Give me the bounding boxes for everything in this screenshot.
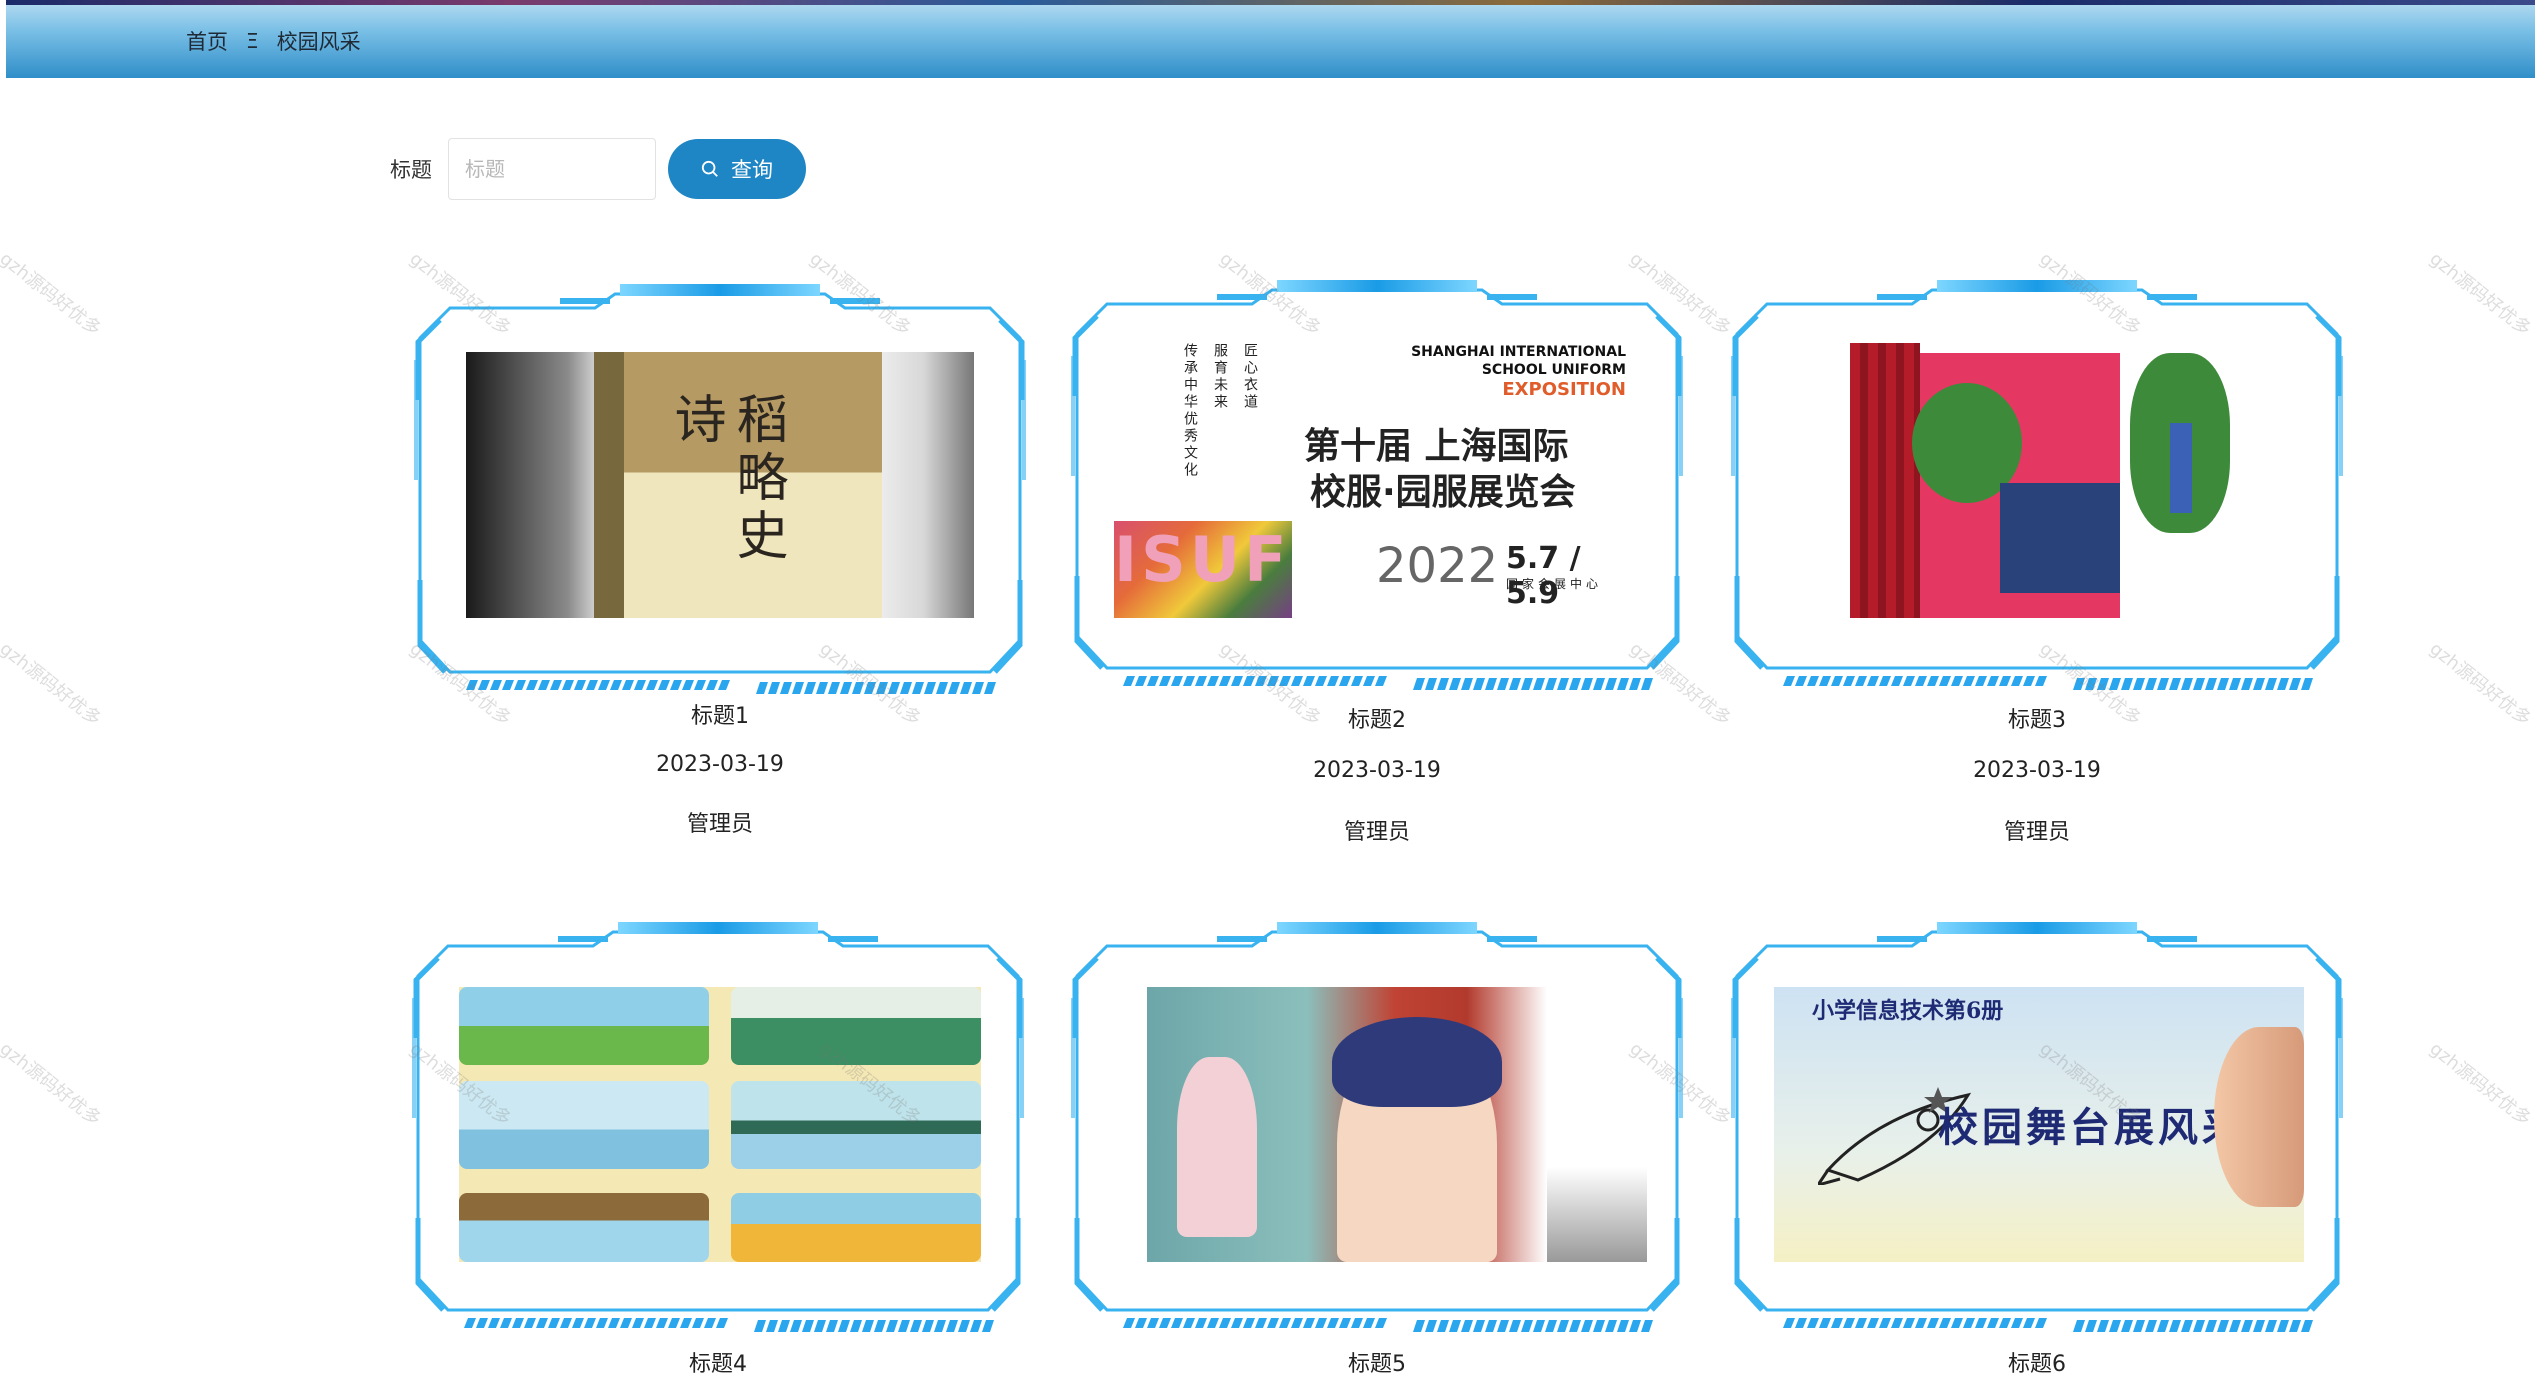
poster-year: 2022 <box>1376 538 1499 594</box>
image-fade <box>1547 1167 1647 1262</box>
curtain-graphic <box>1850 343 1920 618</box>
card-3[interactable]: 标题3 2023-03-19 管理员 <box>1727 276 2347 846</box>
card-image[interactable] <box>1850 343 2230 618</box>
poster-english-line: SHANGHAI INTERNATIONAL <box>1411 344 1626 360</box>
card-date: 2023-03-19 <box>1313 758 1441 783</box>
watermark: gzh源码好优多 <box>2425 248 2535 341</box>
breadcrumb-home-link[interactable]: 首页 <box>186 26 228 56</box>
illustration-panel <box>731 1081 981 1169</box>
card-title[interactable]: 标题1 <box>410 698 1030 730</box>
search-button-label: 查询 <box>731 158 773 182</box>
search-bar: 标题 查询 <box>390 138 806 200</box>
breadcrumb-separator-icon: Ξ <box>246 29 259 53</box>
card-title[interactable]: 标题3 <box>1727 702 2347 734</box>
watermark: gzh源码好优多 <box>2425 638 2535 731</box>
illustration-panel <box>731 1193 981 1262</box>
illustration-panel <box>459 1193 709 1262</box>
card-author: 管理员 <box>2003 820 2070 845</box>
poster-exposition: EXPOSITION <box>1502 379 1626 400</box>
poster-vertical-text: 传承中华优秀文化 <box>1182 343 1198 479</box>
poster-headline-2: 校服·园服展览会 <box>1310 472 1576 513</box>
watermark: gzh源码好优多 <box>2425 1038 2535 1131</box>
top-bar: 首页 Ξ 校园风采 <box>6 0 2535 78</box>
breadcrumb: 首页 Ξ 校园风采 <box>186 26 361 56</box>
card-6[interactable]: 小学信息技术第6册 校园舞台展风采 标题6 <box>1727 918 2347 1377</box>
card-author: 管理员 <box>686 812 753 837</box>
book-spine <box>594 352 624 618</box>
card-image[interactable]: 稻略史诗 <box>466 352 974 618</box>
girl-figure <box>1177 1057 1257 1237</box>
poster-vertical-text: 服育未来 <box>1212 343 1228 411</box>
card-image[interactable]: 小学信息技术第6册 校园舞台展风采 <box>1774 987 2304 1262</box>
card-date: 2023-03-19 <box>1973 758 2101 783</box>
watermark: gzh源码好优多 <box>0 1038 105 1131</box>
poster-headline-1: 第十届 上海国际 <box>1304 426 1569 467</box>
illustration-panel <box>459 1081 709 1169</box>
card-title[interactable]: 标题2 <box>1067 702 1687 734</box>
card-5[interactable]: 标题5 <box>1067 918 1687 1377</box>
card-2[interactable]: 传承中华优秀文化 服育未来 匠心衣道 SHANGHAI INTERNATIONA… <box>1067 276 1687 846</box>
illustration-panel <box>731 987 981 1065</box>
card-date: 2023-03-19 <box>656 752 784 777</box>
search-icon <box>701 160 718 177</box>
card-1[interactable]: 稻略史诗 标题1 2023-03-19 管理员 <box>410 280 1030 840</box>
card-image[interactable] <box>1147 987 1647 1262</box>
bookshelf-graphic <box>2000 483 2120 593</box>
breadcrumb-current: 校园风采 <box>276 30 361 54</box>
card-4[interactable]: 标题4 <box>408 918 1028 1377</box>
watermark: gzh源码好优多 <box>0 248 105 341</box>
boy-hair <box>1332 1017 1502 1107</box>
search-label: 标题 <box>390 158 432 182</box>
illustration-panel <box>459 987 709 1065</box>
banner-subtitle: 小学信息技术第6册 <box>1812 998 2004 1024</box>
card-title[interactable]: 标题5 <box>1067 1346 1687 1378</box>
hand-graphic <box>2214 1027 2304 1207</box>
sign-graphic <box>2170 423 2192 513</box>
poster-venue: 国家会展中心 <box>1506 577 1603 591</box>
card-image[interactable]: 传承中华优秀文化 服育未来 匠心衣道 SHANGHAI INTERNATIONA… <box>1114 343 1644 618</box>
book-title-text: 稻略史诗 <box>665 392 787 566</box>
card-title[interactable]: 标题4 <box>408 1346 1028 1378</box>
poster-logo-text: ISUF <box>1114 523 1291 596</box>
card-author: 管理员 <box>1343 820 1410 845</box>
search-button[interactable]: 查询 <box>668 139 806 199</box>
card-image[interactable] <box>459 987 981 1262</box>
title-search-input[interactable] <box>448 138 656 200</box>
card-title[interactable]: 标题6 <box>1727 1346 2347 1378</box>
poster-english-line: SCHOOL UNIFORM <box>1481 362 1626 378</box>
banner-headline: 校园舞台展风采 <box>1938 1104 2246 1151</box>
poster-english-title: SHANGHAI INTERNATIONAL SCHOOL UNIFORM <box>1411 343 1626 379</box>
watermark: gzh源码好优多 <box>0 638 105 731</box>
poster-vertical-text: 匠心衣道 <box>1242 343 1258 411</box>
